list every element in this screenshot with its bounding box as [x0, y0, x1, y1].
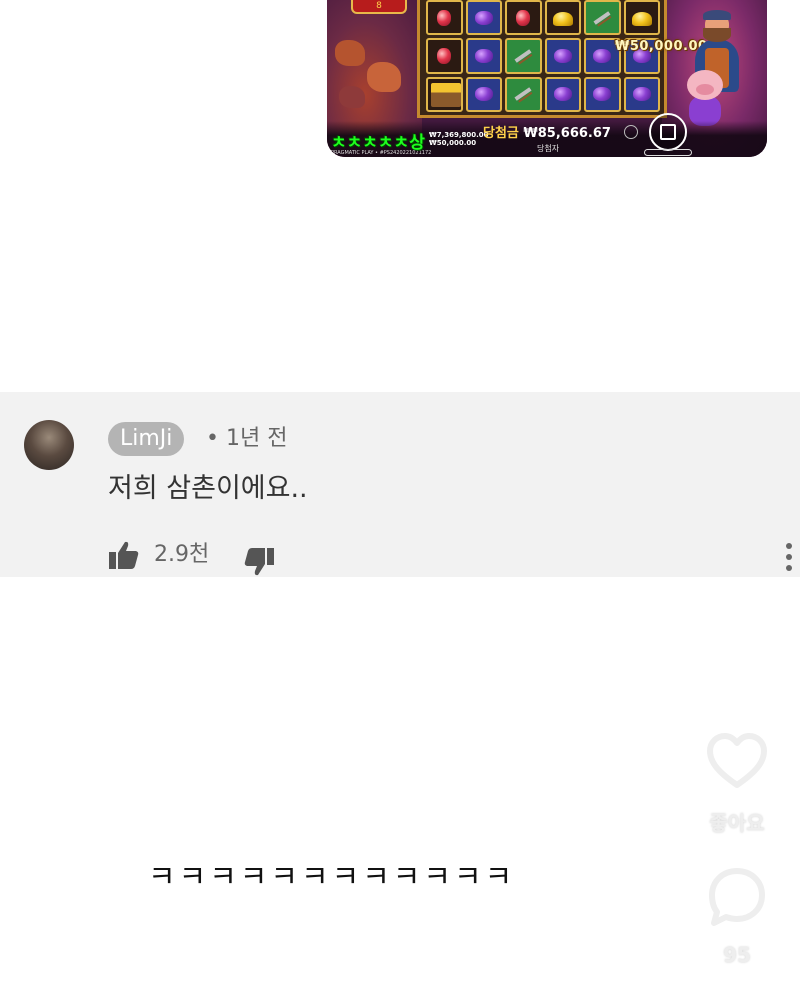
slot-cell [426, 76, 463, 112]
game-screenshot-image: 8 ₩50,000.00 ₩7,369,800.00 ₩50,000.00 당첨… [327, 0, 767, 157]
pickaxe-icon [593, 10, 611, 25]
purple-gem-icon [593, 87, 612, 102]
purple-gem-icon [474, 10, 493, 25]
slot-cell [465, 0, 502, 36]
slot-cell [623, 0, 660, 36]
comment-username[interactable]: LimJi [108, 422, 185, 456]
slot-cell [465, 38, 502, 74]
slot-cell [584, 76, 621, 112]
thumbs-down-icon[interactable] [242, 547, 276, 577]
red-gem-icon [437, 9, 452, 26]
thumbs-up-icon[interactable] [108, 540, 140, 570]
slot-cell [584, 0, 621, 36]
slot-cell [544, 38, 581, 74]
red-gem-icon [516, 9, 531, 26]
more-options-icon[interactable] [782, 542, 796, 572]
bet-minus-icon [624, 125, 638, 139]
purple-gem-icon [593, 48, 612, 63]
game-winner-label: 당첨자 [537, 144, 560, 153]
slot-cell [465, 76, 502, 112]
miner-helmet-icon [552, 11, 573, 26]
comment-bubble-icon[interactable] [706, 866, 768, 928]
pickaxe-icon [514, 87, 532, 102]
purple-gem-icon [553, 48, 572, 63]
comment-time: • 1년 전 [206, 426, 288, 451]
purple-gem-icon [474, 87, 493, 102]
rock-decoration [339, 86, 365, 108]
caption-text: ㅋㅋㅋㅋㅋㅋㅋㅋㅋㅋㅋㅋ [148, 860, 516, 895]
like-label: 좋아요 [709, 811, 765, 835]
slot-reel-frame: ₩50,000.00 [417, 0, 707, 118]
slot-cell [544, 76, 581, 112]
slot-reel-grid [426, 0, 660, 112]
slot-cell [505, 38, 542, 74]
heart-icon[interactable] [706, 732, 768, 792]
overlay-green-text: ㅊㅊㅊㅊㅊ상 [331, 133, 425, 153]
comment-card: LimJi • 1년 전 저희 삼촌이에요.. 2.9천 [0, 392, 800, 577]
slot-cell [505, 0, 542, 36]
miner-helmet-icon [631, 11, 652, 26]
purple-gem-icon [474, 48, 493, 63]
spin-button-icon [649, 113, 687, 151]
game-balance: ₩7,369,800.00 ₩50,000.00 [429, 131, 489, 147]
avatar[interactable] [24, 420, 74, 470]
comment-count: 95 [723, 943, 751, 967]
slot-cell [426, 0, 463, 36]
comment-text: 저희 삼촌이에요.. [108, 473, 308, 504]
like-count: 2.9천 [154, 542, 210, 567]
slot-cell [623, 76, 660, 112]
purple-gem-icon [632, 87, 651, 102]
slot-cell [426, 38, 463, 74]
rock-decoration [367, 62, 401, 92]
pickaxe-icon [514, 49, 532, 63]
autoplay-pill-icon [644, 149, 692, 156]
gold-cart-icon [431, 82, 461, 107]
slot-cell [505, 76, 542, 112]
red-gem-icon [437, 47, 452, 64]
rock-decoration [335, 40, 365, 66]
purple-gem-icon [553, 87, 572, 102]
slot-cell [544, 0, 581, 36]
game-win-total: 당첨금 ₩85,666.67 [483, 126, 611, 141]
pig-character [683, 70, 727, 126]
game-top-badge: 8 [351, 0, 407, 14]
